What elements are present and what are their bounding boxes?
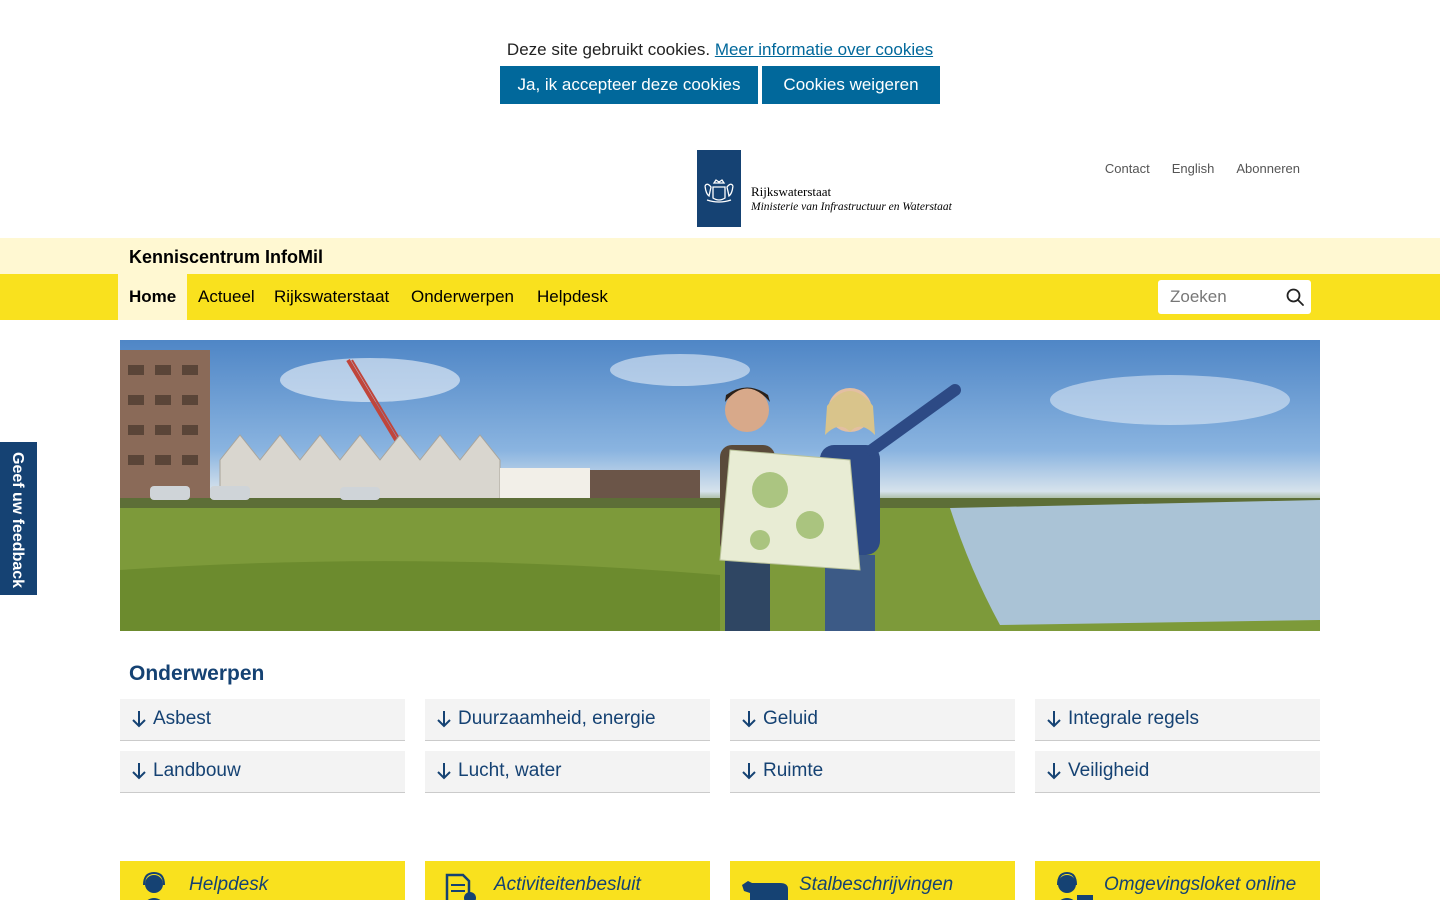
topic-label: Asbest [153, 708, 212, 729]
nav-item-home[interactable]: Home [118, 274, 188, 320]
topic-asbest[interactable]: Asbest [120, 699, 405, 741]
topic-ruimte[interactable]: Ruimte [730, 751, 1015, 793]
arrow-down-icon [437, 711, 451, 728]
hero-image [120, 340, 1320, 631]
top-links: Contact English Abonneren [1105, 161, 1300, 176]
subscribe-link[interactable]: Abonneren [1236, 161, 1300, 176]
topic-label: Lucht, water [458, 760, 562, 781]
topic-geluid[interactable]: Geluid [730, 699, 1015, 741]
feedback-tab[interactable]: Geef uw feedback [0, 442, 37, 595]
site-title[interactable]: Kenniscentrum InfoMil [129, 247, 323, 268]
tile-helpdesk[interactable]: Helpdesk [120, 861, 405, 900]
arrow-down-icon [132, 711, 146, 728]
tile-label: Stalbeschrijvingen [799, 874, 954, 895]
search-box [1158, 280, 1311, 314]
tile-stalbeschrijvingen[interactable]: Stalbeschrijvingen [730, 861, 1015, 900]
topic-veiligheid[interactable]: Veiligheid [1035, 751, 1320, 793]
topic-label: Ruimte [763, 760, 824, 781]
arrow-down-icon [1047, 711, 1061, 728]
tile-activiteitenbesluit[interactable]: Activiteitenbesluit [425, 861, 710, 900]
rijkswaterstaat-logo[interactable] [697, 150, 741, 227]
hero-photo [120, 350, 1320, 631]
arrow-down-icon [132, 763, 146, 780]
nav-item-onderwerpen[interactable]: Onderwerpen [400, 274, 525, 320]
arrow-down-icon [437, 763, 451, 780]
cow-icon [742, 881, 788, 900]
english-link[interactable]: English [1172, 161, 1215, 176]
tile-label: Activiteitenbesluit [494, 874, 641, 895]
logo-ministry: Ministerie van Infrastructuur en Waterst… [751, 201, 952, 213]
topic-integrale-regels[interactable]: Integrale regels [1035, 699, 1320, 741]
topic-label: Duurzaamheid, energie [458, 708, 656, 729]
document-icon [445, 873, 476, 900]
cookie-text: Deze site gebruikt cookies. [506, 40, 711, 59]
topic-lucht-water[interactable]: Lucht, water [425, 751, 710, 793]
search-icon[interactable] [1285, 287, 1305, 307]
cookie-message: Deze site gebruikt cookies. Meer informa… [0, 40, 1440, 60]
accept-cookies-button[interactable]: Ja, ik accepteer deze cookies [500, 66, 758, 104]
feedback-label: Geef uw feedback [9, 452, 26, 589]
topic-label: Geluid [763, 708, 818, 729]
logo-name: Rijkswaterstaat [751, 184, 832, 199]
tile-omgevingsloket-online[interactable]: Omgevingsloket online [1035, 861, 1320, 900]
topic-duurzaamheid-energie[interactable]: Duurzaamheid, energie [425, 699, 710, 741]
person-headset-icon [143, 871, 165, 900]
cookie-info-link[interactable]: Meer informatie over cookies [715, 40, 933, 59]
section-title-onderwerpen: Onderwerpen [129, 662, 265, 685]
topic-label: Integrale regels [1068, 708, 1199, 729]
arrow-down-icon [742, 711, 756, 728]
topic-label: Landbouw [153, 760, 241, 781]
tile-label: Omgevingsloket online [1104, 874, 1297, 895]
arrow-down-icon [1047, 763, 1061, 780]
nav-item-actueel[interactable]: Actueel [187, 274, 266, 320]
decline-cookies-button[interactable]: Cookies weigeren [762, 66, 940, 104]
tile-label: Helpdesk [189, 874, 269, 895]
crest-icon [704, 179, 734, 203]
contact-link[interactable]: Contact [1105, 161, 1150, 176]
nav-item-rijkswaterstaat[interactable]: Rijkswaterstaat [263, 274, 400, 320]
topic-label: Veiligheid [1068, 760, 1150, 781]
person-computer-icon [1057, 871, 1093, 900]
topic-landbouw[interactable]: Landbouw [120, 751, 405, 793]
cookie-bar: Deze site gebruikt cookies. Meer informa… [0, 0, 1440, 128]
nav-item-helpdesk[interactable]: Helpdesk [526, 274, 619, 320]
search-input[interactable] [1158, 280, 1278, 314]
arrow-down-icon [742, 763, 756, 780]
